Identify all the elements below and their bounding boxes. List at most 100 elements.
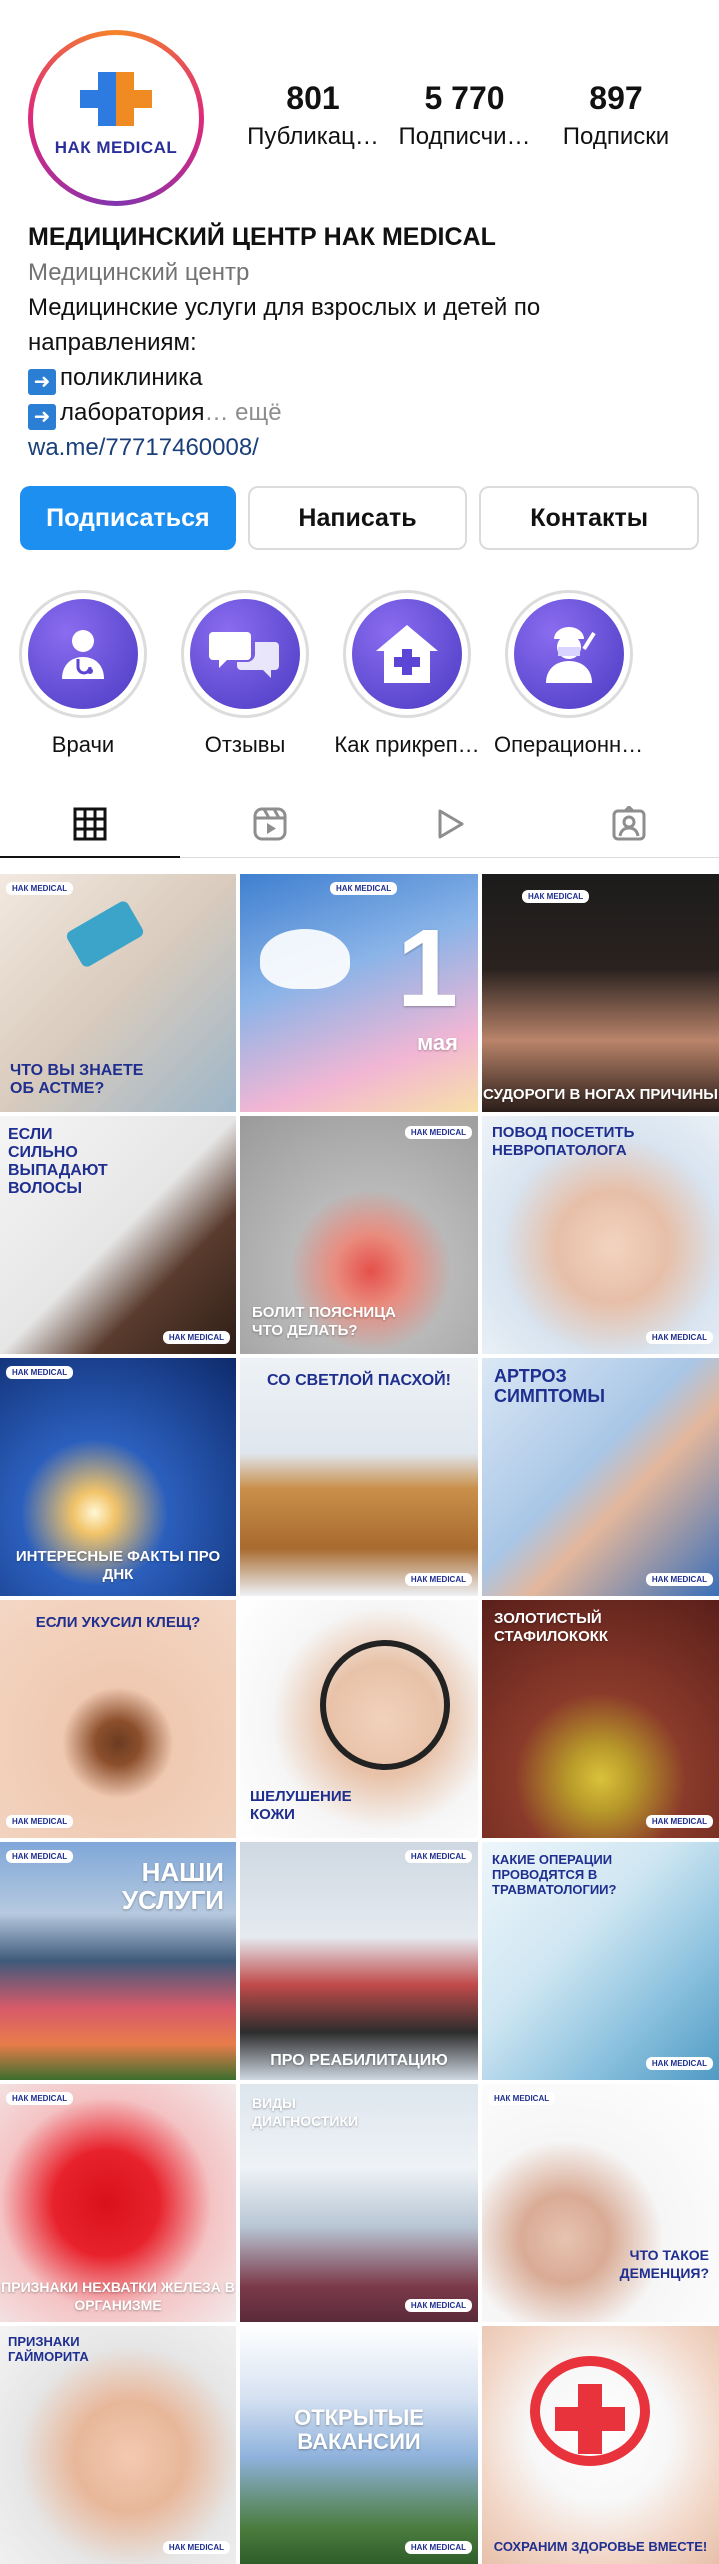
post-caption-sub: мая: [416, 1030, 458, 1055]
contacts-button[interactable]: Контакты: [479, 486, 700, 550]
post-tile[interactable]: НАК MEDICAL СУДОРОГИ В НОГАХ ПРИЧИНЫ: [482, 874, 719, 1112]
cross-shape: [555, 2407, 625, 2431]
bio-line-2: направлениям:: [28, 329, 197, 356]
avatar[interactable]: НАК MEDICAL: [28, 30, 204, 206]
highlight-operating-room[interactable]: Операционная: [494, 590, 644, 758]
bio-link[interactable]: wa.me/77717460008/: [28, 430, 691, 465]
post-tile[interactable]: НАК MEDICAL 1 мая: [240, 874, 478, 1112]
avatar-logo: НАК MEDICAL: [33, 35, 199, 201]
post-caption: ИНТЕРЕСНЫЕ ФАКТЫ ПРО ДНК: [15, 1548, 221, 1583]
profile-tabs: [0, 790, 719, 858]
profile-name: МЕДИЦИНСКИЙ ЦЕНТР НАК MEDICAL: [28, 223, 496, 251]
bio-item-1-text: поликлиника: [60, 364, 203, 391]
post-tile[interactable]: ЕСЛИ СИЛЬНО ВЫПАДАЮТ ВОЛОСЫ НАК MEDICAL: [0, 1116, 236, 1354]
post-tile[interactable]: ОТКРЫТЫЕ ВАКАНСИИ НАК MEDICAL: [240, 2326, 478, 2564]
message-button[interactable]: Написать: [247, 486, 468, 550]
highlight-how-to-attach[interactable]: Как прикреп…: [334, 590, 480, 758]
post-tile[interactable]: ВИДЫ ДИАГНОСТИКИ НАК MEDICAL: [240, 2084, 478, 2322]
reels-icon: [253, 807, 287, 840]
post-tile[interactable]: ЕСЛИ УКУСИЛ КЛЕЩ? НАК MEDICAL: [0, 1600, 236, 1838]
brand-tag: НАК MEDICAL: [645, 2057, 713, 2070]
post-tile[interactable]: НАК MEDICAL ПРО РЕАБИЛИТАЦИЮ: [240, 1842, 478, 2080]
posts-grid: НАК MEDICAL ЧТО ВЫ ЗНАЕТЕ ОБ АСТМЕ? НАК …: [0, 874, 719, 2564]
highlight-label: Отзывы: [204, 732, 286, 757]
post-caption: ПОВОД ПОСЕТИТЬ НЕВРОПАТОЛОГА: [492, 1124, 635, 1159]
brand-tag: НАК MEDICAL: [6, 1815, 74, 1828]
brand-tag: НАК MEDICAL: [6, 882, 74, 895]
post-tile[interactable]: НАК MEDICAL БОЛИТ ПОЯСНИЦА ЧТО ДЕЛАТЬ?: [240, 1116, 478, 1354]
post-tile[interactable]: ШЕЛУШЕНИЕ КОЖИ: [240, 1600, 478, 1838]
tab-tagged[interactable]: [539, 790, 719, 857]
post-caption: ЕСЛИ УКУСИЛ КЛЕЩ?: [35, 1614, 201, 1631]
magnifier-shape: [320, 1640, 450, 1770]
highlight-ring: [181, 590, 309, 718]
bio-item-1: ➜ поликлиника: [28, 360, 691, 395]
tab-reels[interactable]: [180, 790, 360, 857]
stat-following[interactable]: 897 Подписки: [541, 80, 691, 151]
post-caption: ПРИЗНАКИ НЕХВАТКИ ЖЕЛЕЗА В ОРГАНИЗМЕ: [1, 2279, 235, 2313]
play-icon: [438, 809, 464, 838]
bio-line-1: Медицинские услуги для взрослых и детей …: [28, 294, 541, 321]
post-caption: ШЕЛУШЕНИЕ КОЖИ: [250, 1788, 352, 1823]
subscribe-button[interactable]: Подписаться: [20, 486, 236, 550]
highlight-reviews[interactable]: Отзывы: [180, 590, 310, 758]
post-tile[interactable]: КАКИЕ ОПЕРАЦИИ ПРОВОДЯТСЯ В ТРАВМАТОЛОГИ…: [482, 1842, 719, 2080]
highlight-label: Как прикреп…: [334, 732, 480, 757]
post-tile[interactable]: НАК MEDICAL ЧТО ТАКОЕ ДЕМЕНЦИЯ?: [482, 2084, 719, 2322]
profile-header: НАК MEDICAL 801 Публикац… 5 770 Подписчи…: [28, 30, 691, 210]
post-tile[interactable]: НАК MEDICAL ЧТО ВЫ ЗНАЕТЕ ОБ АСТМЕ?: [0, 874, 236, 1112]
post-caption: ЧТО ТАКОЕ ДЕМЕНЦИЯ?: [619, 2247, 709, 2281]
post-tile[interactable]: СО СВЕТЛОЙ ПАСХОЙ! НАК MEDICAL: [240, 1358, 478, 1596]
profile-category: Медицинский центр: [28, 259, 250, 286]
stat-posts-value: 801: [286, 80, 340, 116]
brand-tag: НАК MEDICAL: [522, 890, 590, 903]
post-tile[interactable]: СОХРАНИМ ЗДОРОВЬЕ ВМЕСТЕ!: [482, 2326, 719, 2564]
brand-tag: НАК MEDICAL: [6, 1366, 74, 1379]
stat-posts[interactable]: 801 Публикац…: [238, 80, 388, 151]
stat-followers-value: 5 770: [424, 80, 505, 116]
brand-tag: НАК MEDICAL: [645, 1815, 713, 1828]
hospital-house-icon: [352, 599, 462, 709]
post-caption: 1: [396, 907, 458, 1030]
post-caption: АРТРОЗ СИМПТОМЫ: [494, 1366, 606, 1406]
post-tile[interactable]: ПОВОД ПОСЕТИТЬ НЕВРОПАТОЛОГА НАК MEDICAL: [482, 1116, 719, 1354]
post-tile[interactable]: ЗОЛОТИСТЫЙ СТАФИЛОКОКК НАК MEDICAL: [482, 1600, 719, 1838]
story-highlights: Врачи Отзывы Как прикреп… Операционная: [18, 590, 719, 758]
post-caption: ОТКРЫТЫЕ ВАКАНСИИ: [294, 2405, 424, 2454]
highlight-ring: [19, 590, 147, 718]
chat-bubbles-icon: [190, 599, 300, 709]
grid-icon: [73, 807, 107, 840]
profile-actions: Подписаться Написать Контакты: [20, 486, 700, 550]
post-caption: СО СВЕТЛОЙ ПАСХОЙ!: [267, 1372, 451, 1389]
profile-stats: 801 Публикац… 5 770 Подписчи… 897 Подпис…: [238, 80, 691, 151]
post-tile[interactable]: НАК MEDICAL ИНТЕРЕСНЫЕ ФАКТЫ ПРО ДНК: [0, 1358, 236, 1596]
highlight-ring: [343, 590, 471, 718]
post-tile[interactable]: АРТРОЗ СИМПТОМЫ НАК MEDICAL: [482, 1358, 719, 1596]
stat-following-label: Подписки: [562, 123, 670, 150]
bio-item-2-text: лаборатория: [60, 399, 205, 426]
brand-tag: НАК MEDICAL: [162, 1331, 230, 1344]
highlight-label: Операционная: [494, 732, 644, 757]
post-caption: СОХРАНИМ ЗДОРОВЬЕ ВМЕСТЕ!: [493, 2539, 708, 2554]
arrow-right-icon: ➜: [28, 369, 56, 395]
stat-followers[interactable]: 5 770 Подписчи…: [390, 80, 540, 151]
post-tile[interactable]: НАК MEDICAL ПРИЗНАКИ НЕХВАТКИ ЖЕЛЕЗА В О…: [0, 2084, 236, 2322]
post-caption: ЕСЛИ СИЛЬНО ВЫПАДАЮТ ВОЛОСЫ: [8, 1126, 108, 1197]
tab-videos[interactable]: [360, 790, 540, 857]
highlight-ring: [505, 590, 633, 718]
highlight-label: Врачи: [51, 732, 115, 757]
post-caption: ЧТО ВЫ ЗНАЕТЕ ОБ АСТМЕ?: [10, 1062, 144, 1097]
highlight-doctors[interactable]: Врачи: [18, 590, 148, 758]
brand-tag: НАК MEDICAL: [404, 1850, 472, 1863]
bio-more-link[interactable]: … ещё: [204, 399, 281, 426]
post-tile[interactable]: ПРИЗНАКИ ГАЙМОРИТА НАК MEDICAL: [0, 2326, 236, 2564]
post-caption: ВИДЫ ДИАГНОСТИКИ: [252, 2095, 359, 2129]
brand-tag: НАК MEDICAL: [404, 2299, 472, 2312]
brand-tag: НАК MEDICAL: [645, 1573, 713, 1586]
brand-tag: НАК MEDICAL: [162, 2541, 230, 2554]
tab-posts-grid[interactable]: [0, 790, 180, 858]
post-caption: КАКИЕ ОПЕРАЦИИ ПРОВОДЯТСЯ В ТРАВМАТОЛОГИ…: [492, 1852, 617, 1897]
post-tile[interactable]: НАК MEDICAL НАШИ УСЛУГИ: [0, 1842, 236, 2080]
brand-tag: НАК MEDICAL: [6, 1850, 74, 1863]
tagged-icon: [612, 805, 646, 840]
